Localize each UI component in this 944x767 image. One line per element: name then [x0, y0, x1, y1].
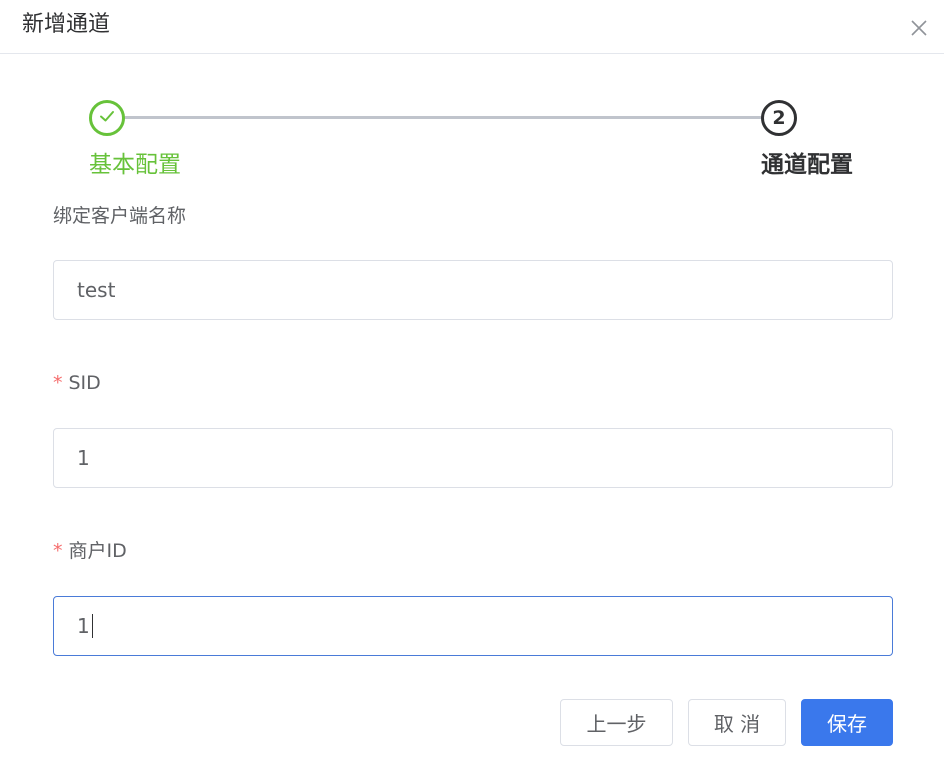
cancel-button[interactable]: 取 消 — [688, 699, 786, 746]
merchant-id-input[interactable]: 1 — [53, 596, 893, 656]
step-2-number: 2 — [772, 107, 786, 129]
check-icon — [97, 106, 117, 130]
required-asterisk: * — [53, 540, 63, 562]
prev-step-button[interactable]: 上一步 — [560, 699, 673, 746]
step-2-title: 通道配置 — [761, 152, 853, 178]
close-button[interactable] — [908, 19, 930, 41]
text-caret — [91, 614, 93, 638]
step-1-status — [89, 100, 125, 136]
close-icon — [910, 19, 928, 41]
sid-input[interactable]: 1 — [53, 428, 893, 488]
sid-value: 1 — [77, 446, 90, 470]
required-asterisk: * — [53, 372, 63, 394]
merchant-id-label-text: 商户ID — [68, 540, 127, 562]
sid-label-text: SID — [68, 372, 101, 394]
merchant-id-value: 1 — [77, 614, 90, 638]
step-2-status: 2 — [761, 100, 797, 136]
step-connector-line — [124, 116, 762, 119]
client-name-input[interactable]: test — [53, 260, 893, 320]
client-name-value: test — [77, 278, 116, 302]
dialog-header: 新增通道 — [0, 0, 944, 54]
client-name-label: 绑定客户端名称 — [53, 205, 187, 227]
save-button[interactable]: 保存 — [801, 699, 893, 746]
merchant-id-label: * 商户ID — [53, 538, 127, 564]
dialog-title: 新增通道 — [22, 12, 111, 37]
sid-label: * SID — [53, 370, 101, 396]
step-1-title: 基本配置 — [89, 152, 181, 178]
